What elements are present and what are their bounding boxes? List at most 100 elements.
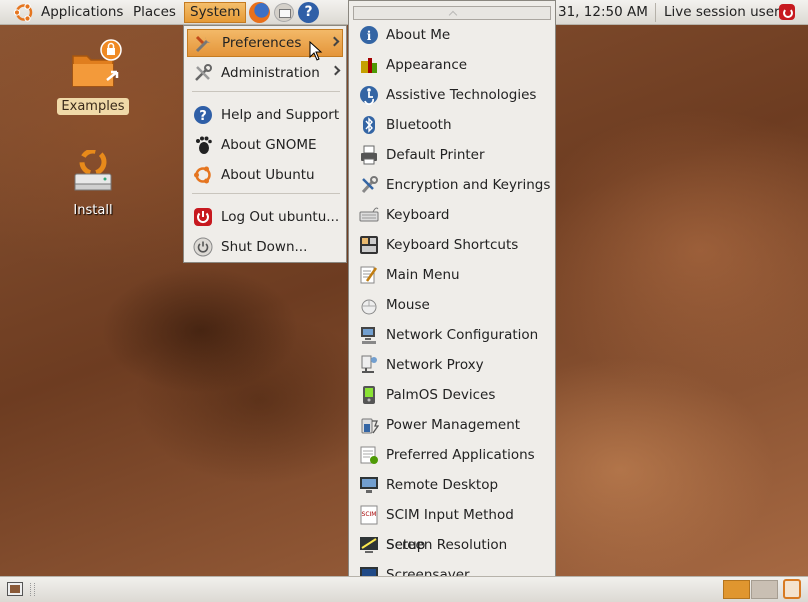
svg-text:?: ? xyxy=(199,109,207,124)
scim-icon: SCIM xyxy=(360,505,378,525)
menu-item-label: Preferred Applications xyxy=(386,447,535,463)
logout-icon[interactable] xyxy=(779,4,795,20)
trash-icon[interactable] xyxy=(783,579,801,599)
appearance-icon xyxy=(361,58,377,73)
mouse-cursor-icon xyxy=(309,41,323,61)
menu-item-label: Screen Resolution xyxy=(386,537,508,553)
applications-menu[interactable]: Applications xyxy=(36,2,128,23)
menu-item-network-configuration[interactable]: Network Configuration xyxy=(353,320,553,350)
menu-item-label: Network Proxy xyxy=(386,357,484,373)
menu-item-power-management[interactable]: Power Management xyxy=(353,410,553,440)
menu-item-bluetooth[interactable]: Bluetooth xyxy=(353,110,553,140)
menu-item-label: Mouse xyxy=(386,297,430,313)
desktop-icon-examples[interactable]: Examples xyxy=(56,38,130,115)
menu-item-keyboard-shortcuts[interactable]: Keyboard Shortcuts xyxy=(353,230,553,260)
menu-item-label: Power Management xyxy=(386,417,521,433)
network-config-icon xyxy=(361,327,376,344)
ubuntu-logo-icon xyxy=(13,3,33,22)
gnome-foot-icon xyxy=(196,136,212,154)
menu-item-help[interactable]: ? Help and Support xyxy=(187,101,343,129)
menu-separator xyxy=(192,193,340,194)
show-desktop-icon[interactable] xyxy=(7,582,23,596)
desktop-icon-label: Install xyxy=(73,203,113,218)
accessibility-icon xyxy=(360,86,378,105)
chevron-right-icon xyxy=(329,36,340,47)
menu-item-mouse[interactable]: Mouse xyxy=(353,290,553,320)
help-icon: ? xyxy=(194,106,212,124)
menu-item-label: Bluetooth xyxy=(386,117,452,133)
ubuntu-logo-icon xyxy=(194,166,211,184)
menu-item-label: Shut Down... xyxy=(221,239,308,255)
menu-item-preferred-applications[interactable]: Preferred Applications xyxy=(353,440,553,470)
menu-item-about-ubuntu[interactable]: About Ubuntu xyxy=(187,161,343,189)
menu-separator xyxy=(192,91,340,92)
menu-item-label: Preferences xyxy=(222,35,302,51)
menu-item-assistive-technologies[interactable]: Assistive Technologies xyxy=(353,80,553,110)
power-management-icon xyxy=(361,418,379,434)
user-switcher[interactable]: Live session user xyxy=(664,2,780,23)
keyboard-icon xyxy=(359,207,379,222)
menu-item-about-gnome[interactable]: About GNOME xyxy=(187,131,343,159)
network-proxy-icon xyxy=(361,355,377,373)
panel-handle[interactable] xyxy=(30,583,35,596)
preferences-submenu: i About Me Appearance Assistive Technologie… xyxy=(348,0,556,602)
menu-item-label: Remote Desktop xyxy=(386,477,499,493)
menu-item-screen-resolution[interactable]: Screen Resolution xyxy=(353,530,553,560)
menu-item-keyboard[interactable]: Keyboard xyxy=(353,200,553,230)
menu-item-label: Assistive Technologies xyxy=(386,87,537,103)
menu-item-default-printer[interactable]: Default Printer xyxy=(353,140,553,170)
install-drive-icon xyxy=(74,148,112,191)
folder-icon xyxy=(72,39,122,87)
remote-desktop-icon xyxy=(360,477,378,493)
administration-icon xyxy=(195,64,212,81)
menu-item-label: Default Printer xyxy=(386,147,485,163)
mouse-icon xyxy=(361,299,377,315)
chevron-up-icon xyxy=(448,10,458,20)
logout-icon xyxy=(194,208,212,226)
keyboard-shortcuts-icon xyxy=(360,236,378,254)
preferred-apps-icon xyxy=(360,446,378,464)
clock[interactable]: 31, 12:50 AM xyxy=(558,2,648,23)
mail-icon[interactable] xyxy=(274,3,294,22)
desktop-icon-label: Examples xyxy=(57,98,129,115)
menu-item-encryption-and-keyrings[interactable]: Encryption and Keyrings xyxy=(353,170,553,200)
about-me-icon: i xyxy=(360,26,378,44)
chevron-right-icon xyxy=(330,65,341,76)
bottom-panel xyxy=(0,576,808,602)
firefox-icon[interactable] xyxy=(249,2,270,23)
places-menu[interactable]: Places xyxy=(128,2,181,23)
menu-item-about-me[interactable]: i About Me xyxy=(353,20,553,50)
menu-item-label: About Me xyxy=(386,27,451,43)
scroll-up-button[interactable] xyxy=(353,6,551,20)
svg-text:i: i xyxy=(367,29,372,43)
desktop-icon-install[interactable]: Install xyxy=(56,148,130,219)
menu-item-label: About GNOME xyxy=(221,137,317,153)
menu-item-scim-input-method-setup[interactable]: SCIM SCIM Input Method Setup xyxy=(353,500,553,553)
menu-item-label: Help and Support xyxy=(221,107,340,123)
keyrings-icon xyxy=(361,176,378,194)
workspace-2[interactable] xyxy=(751,580,778,599)
menu-item-palmos-devices[interactable]: PalmOS Devices xyxy=(353,380,553,410)
menu-item-network-proxy[interactable]: Network Proxy xyxy=(353,350,553,380)
menu-item-administration[interactable]: Administration xyxy=(187,59,343,87)
menu-item-main-menu[interactable]: Main Menu xyxy=(353,260,553,290)
menu-item-label: Log Out ubuntu... xyxy=(221,209,340,225)
menu-item-shutdown[interactable]: Shut Down... xyxy=(187,233,343,261)
menu-item-label: Keyboard Shortcuts xyxy=(386,237,519,253)
menu-item-remote-desktop[interactable]: Remote Desktop xyxy=(353,470,553,500)
help-icon[interactable]: ? xyxy=(298,2,319,23)
printer-icon xyxy=(361,145,377,165)
menu-item-label: PalmOS Devices xyxy=(386,387,496,403)
system-menu-button[interactable]: System xyxy=(184,2,247,23)
menu-item-label: Network Configuration xyxy=(386,327,539,343)
menu-item-label: Administration xyxy=(221,65,320,81)
power-icon xyxy=(193,237,213,257)
menu-item-logout[interactable]: Log Out ubuntu... xyxy=(187,203,343,231)
panel-separator xyxy=(655,3,656,22)
bluetooth-icon xyxy=(363,116,375,134)
svg-text:SCIM: SCIM xyxy=(362,511,377,518)
workspace-1[interactable] xyxy=(723,580,750,599)
menu-item-appearance[interactable]: Appearance xyxy=(353,50,553,80)
preferences-icon xyxy=(195,35,211,53)
menu-item-label: Main Menu xyxy=(386,267,460,283)
